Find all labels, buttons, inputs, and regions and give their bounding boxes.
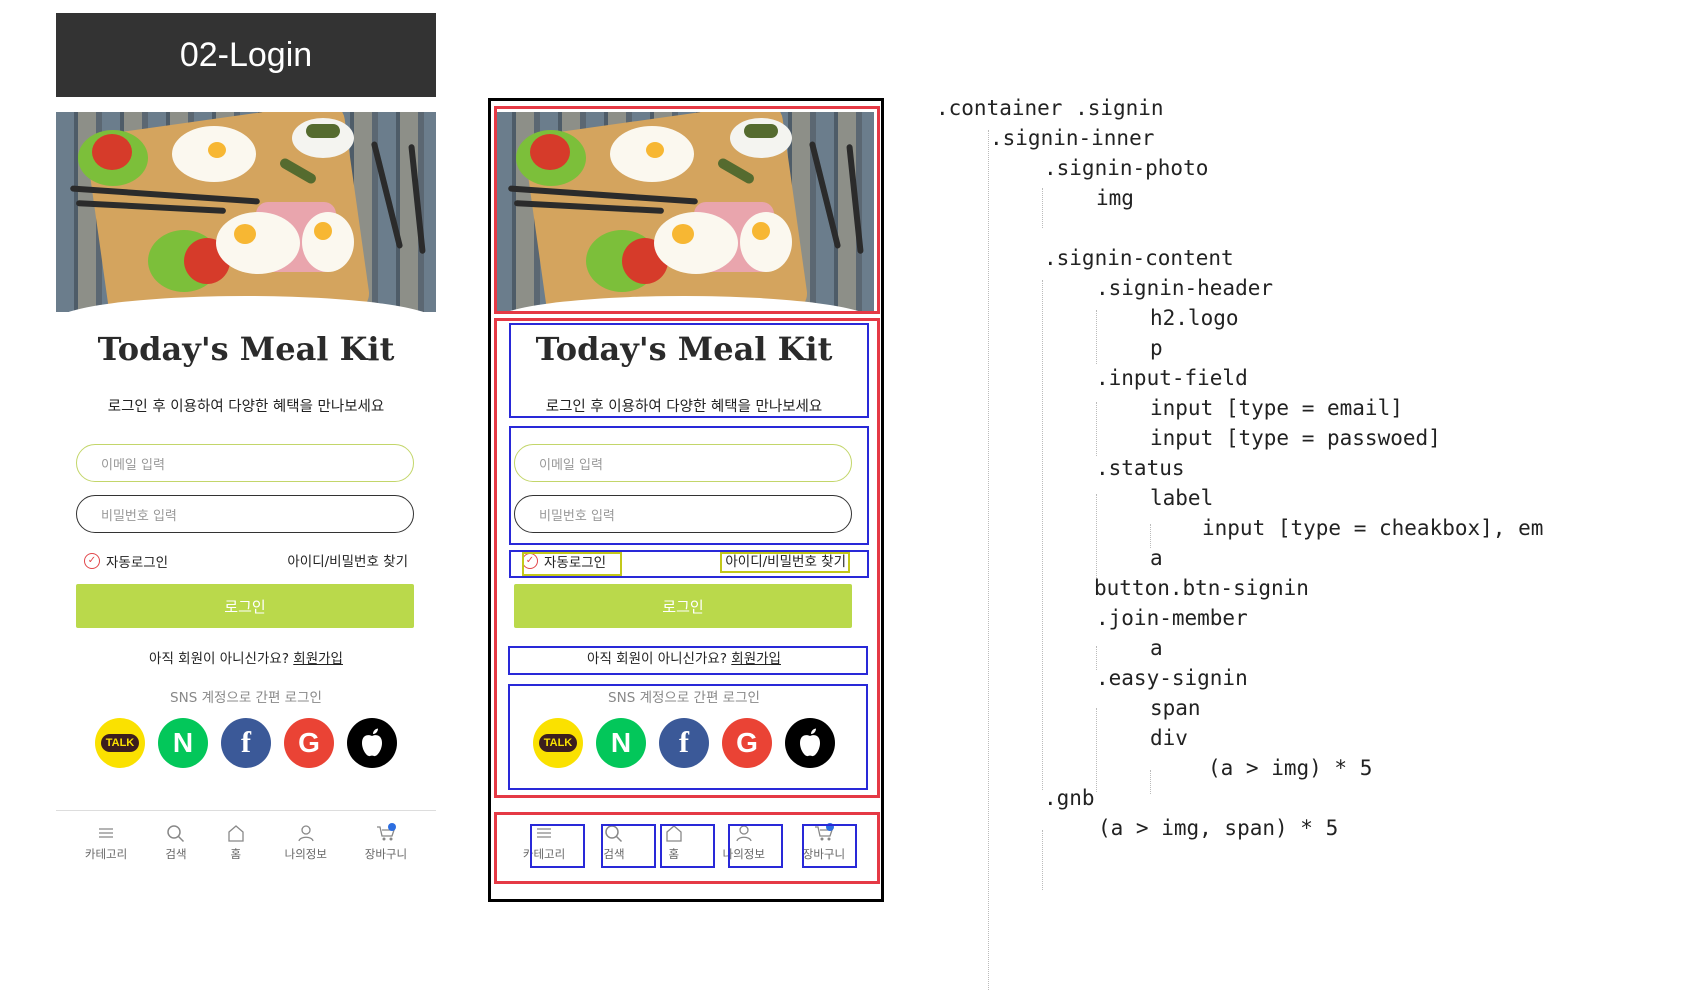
- annotation-gnb-item: [660, 824, 715, 868]
- annotation-gnb-item: [601, 824, 656, 868]
- gnb-label: 카테고리: [84, 847, 128, 861]
- gnb-label: 장바구니: [364, 847, 408, 861]
- code-line: a: [1150, 546, 1163, 570]
- google-icon: G: [298, 727, 320, 758]
- signin-subtitle: 로그인 후 이용하여 다양한 혜택을 만나보세요: [107, 399, 385, 415]
- gnb-label: 검색: [165, 847, 187, 861]
- naver-icon: N: [172, 727, 194, 758]
- code-line: button.btn-signin: [1094, 576, 1309, 600]
- code-line: .signin-inner: [990, 126, 1155, 150]
- logo: Today's Meal Kit: [97, 330, 395, 368]
- code-line: label: [1150, 486, 1214, 510]
- google-login-button[interactable]: G: [284, 718, 334, 768]
- join-prompt: 아직 회원이 아니신가요?: [149, 651, 289, 667]
- search-icon: [167, 825, 185, 843]
- gnb-label: 홈: [230, 847, 242, 861]
- kakao-icon: TALK: [100, 734, 140, 752]
- email-input[interactable]: 이메일 입력: [76, 444, 414, 482]
- gnb-myinfo[interactable]: 나의정보: [285, 811, 327, 872]
- login-status-row: ✓ 자동로그인 아이디/비밀번호 찾기: [76, 548, 414, 572]
- user-icon: [298, 825, 314, 842]
- naver-login-button[interactable]: N: [158, 718, 208, 768]
- find-account-link[interactable]: 아이디/비밀번호 찾기: [287, 550, 408, 570]
- home-icon: [228, 825, 244, 842]
- annotation-signin-header: [509, 323, 869, 418]
- code-line: .status: [1096, 456, 1185, 480]
- code-line: .signin-content: [1044, 246, 1234, 270]
- code-line: a: [1150, 636, 1163, 660]
- code-line: .signin-header: [1096, 276, 1274, 300]
- apple-login-button[interactable]: [347, 718, 397, 768]
- gnb-category[interactable]: 카테고리: [85, 811, 127, 872]
- code-line: (a > img, span) * 5: [1098, 816, 1339, 840]
- kakao-login-button[interactable]: TALK: [95, 718, 145, 768]
- annotation-signin-photo: [494, 106, 880, 314]
- menu-icon: [99, 828, 114, 838]
- annotation-gnb-item: [728, 824, 783, 868]
- join-link[interactable]: 회원가입: [293, 651, 343, 667]
- code-line: p: [1150, 336, 1163, 360]
- section-title: 02-Login: [179, 35, 313, 74]
- auto-login-label: 자동로그인: [106, 555, 169, 571]
- facebook-login-button[interactable]: f: [221, 718, 271, 768]
- auto-login-checkbox[interactable]: ✓ 자동로그인: [84, 551, 168, 571]
- code-line: span: [1150, 696, 1201, 720]
- login-button[interactable]: 로그인: [76, 584, 414, 628]
- apple-icon: [362, 728, 382, 757]
- section-title-banner: 02-Login: [56, 13, 436, 97]
- code-line: div: [1150, 726, 1188, 750]
- annotation-find-account: [720, 552, 850, 573]
- gnb-home[interactable]: 홈: [225, 811, 247, 872]
- code-line: h2.logo: [1150, 306, 1239, 330]
- signin-photo: [56, 112, 436, 312]
- gnb-cart[interactable]: 장바구니: [365, 811, 407, 872]
- annotation-gnb-item: [530, 824, 585, 868]
- check-icon: ✓: [84, 553, 100, 569]
- code-line: img: [1096, 186, 1134, 210]
- code-line: .input-field: [1096, 366, 1248, 390]
- annotation-auto-login: [522, 552, 622, 576]
- code-line: .container .signin: [936, 96, 1164, 120]
- code-line: (a > img) * 5: [1208, 756, 1373, 780]
- annotation-easy-signin: [508, 684, 868, 790]
- code-line: .signin-photo: [1044, 156, 1209, 180]
- gnb-label: 나의정보: [284, 847, 327, 861]
- code-line: input [type = passwoed]: [1150, 426, 1441, 450]
- code-line: input [type = email]: [1150, 396, 1403, 420]
- annotation-join-member: [508, 646, 868, 675]
- cart-icon: [376, 823, 396, 841]
- code-line: .easy-signin: [1096, 666, 1248, 690]
- gnb-search[interactable]: 검색: [165, 811, 187, 872]
- gnb: 카테고리 검색 홈 나의정보 장바구니: [56, 810, 436, 872]
- facebook-icon: f: [241, 726, 251, 759]
- join-member: 아직 회원이 아니신가요? 회원가입: [56, 647, 436, 667]
- easy-signin: TALK N f G: [56, 718, 436, 768]
- code-line: input [type = cheakbox], em: [1202, 516, 1544, 540]
- code-line: .gnb: [1044, 786, 1095, 810]
- sns-label: SNS 계정으로 간편 로그인: [170, 690, 322, 706]
- login-screen-mockup: Today's Meal Kit 로그인 후 이용하여 다양한 혜택을 만나보세…: [56, 112, 436, 872]
- code-line: .join-member: [1096, 606, 1248, 630]
- password-input[interactable]: 비밀번호 입력: [76, 495, 414, 533]
- annotation-input-field: [509, 426, 869, 545]
- annotation-gnb-item: [802, 824, 857, 868]
